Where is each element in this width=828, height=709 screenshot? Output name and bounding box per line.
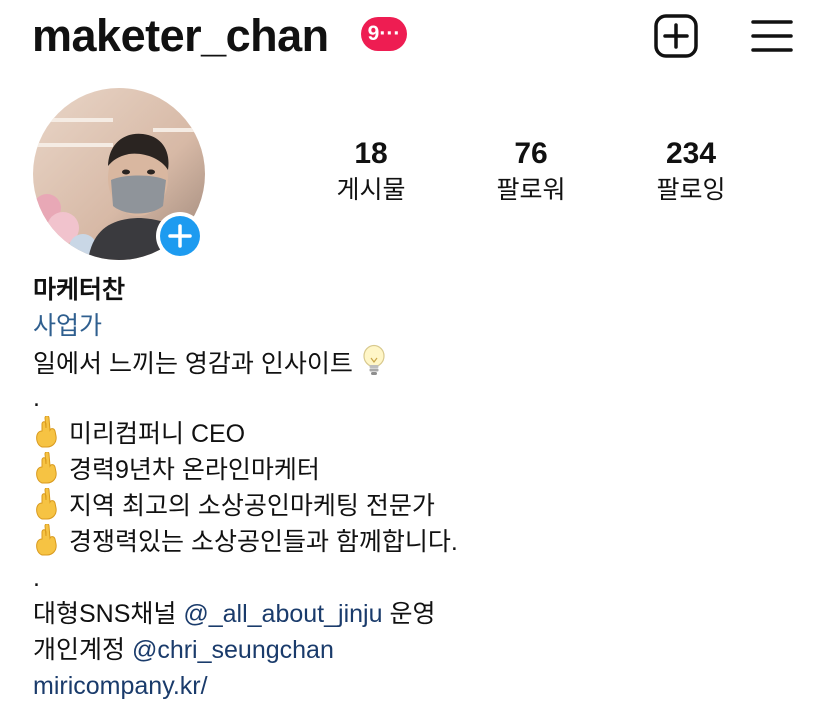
bio-separator: . [33, 384, 40, 412]
bio-bullet-line: 미리컴퍼니 CEO [33, 416, 458, 452]
stat-count: 18 [354, 137, 388, 170]
bio-intro-text: 일에서 느끼는 영감과 인사이트 [33, 350, 353, 378]
crossed-fingers-icon [36, 524, 57, 556]
new-post-button[interactable] [652, 12, 700, 60]
plus-circle-icon [160, 216, 200, 256]
bio-bullet-text: 경력9년차 온라인마케터 [69, 456, 320, 484]
stat-posts[interactable]: 18 게시물 [296, 136, 446, 208]
bio-bullet-text: 미리컴퍼니 CEO [69, 420, 246, 448]
bio-bullet-text: 경쟁력있는 소상공인들과 함께합니다. [69, 528, 458, 556]
website-link[interactable]: miricompany.kr/ [33, 668, 458, 704]
crossed-fingers-icon [36, 452, 57, 484]
profile-username[interactable]: maketer_chan [32, 10, 329, 62]
bio-bullet-text: 지역 최고의 소상공인마케팅 전문가 [69, 492, 435, 520]
stat-count: 76 [514, 137, 548, 170]
personal-handle-link[interactable]: @chri_seungchan [132, 636, 334, 664]
bio-bullet-line: 경력9년차 온라인마케터 [33, 452, 458, 488]
crossed-fingers-icon [36, 416, 57, 448]
bio-channel-line: 대형SNS채널 @_all_about_jinju 운영 [33, 596, 458, 632]
profile-bio: 마케터찬 사업가 일에서 느끼는 영감과 인사이트 . 미리컴퍼니 CEO 경력… [33, 272, 458, 704]
stat-following[interactable]: 234 팔로잉 [616, 136, 766, 208]
display-name: 마케터찬 [33, 276, 126, 304]
lightbulb-icon [363, 344, 385, 375]
stat-count: 234 [665, 137, 717, 170]
crossed-fingers-icon [36, 488, 57, 520]
stat-followers[interactable]: 76 팔로워 [456, 136, 606, 208]
channel-prefix: 대형SNS채널 [33, 600, 184, 628]
stat-label: 팔로잉 [656, 176, 726, 204]
bio-separator: . [33, 564, 40, 592]
hamburger-menu-icon [751, 20, 793, 52]
profile-category[interactable]: 사업가 [33, 308, 458, 344]
menu-button[interactable] [750, 16, 794, 56]
bio-bullet-line: 경쟁력있는 소상공인들과 함께합니다. [33, 524, 458, 560]
channel-suffix: 운영 [382, 600, 436, 628]
personal-prefix: 개인계정 [33, 636, 132, 664]
bio-intro-line: 일에서 느끼는 영감과 인사이트 [33, 344, 458, 380]
stat-label: 팔로워 [496, 176, 566, 204]
add-story-button[interactable] [156, 212, 204, 260]
bio-bullet-line: 지역 최고의 소상공인마케팅 전문가 [33, 488, 458, 524]
plus-square-icon [654, 14, 698, 58]
channel-handle-link[interactable]: @_all_about_jinju [183, 600, 382, 628]
stat-label: 게시물 [336, 176, 406, 204]
bio-personal-line: 개인계정 @chri_seungchan [33, 632, 458, 668]
notification-badge[interactable]: 9··· [361, 17, 407, 51]
